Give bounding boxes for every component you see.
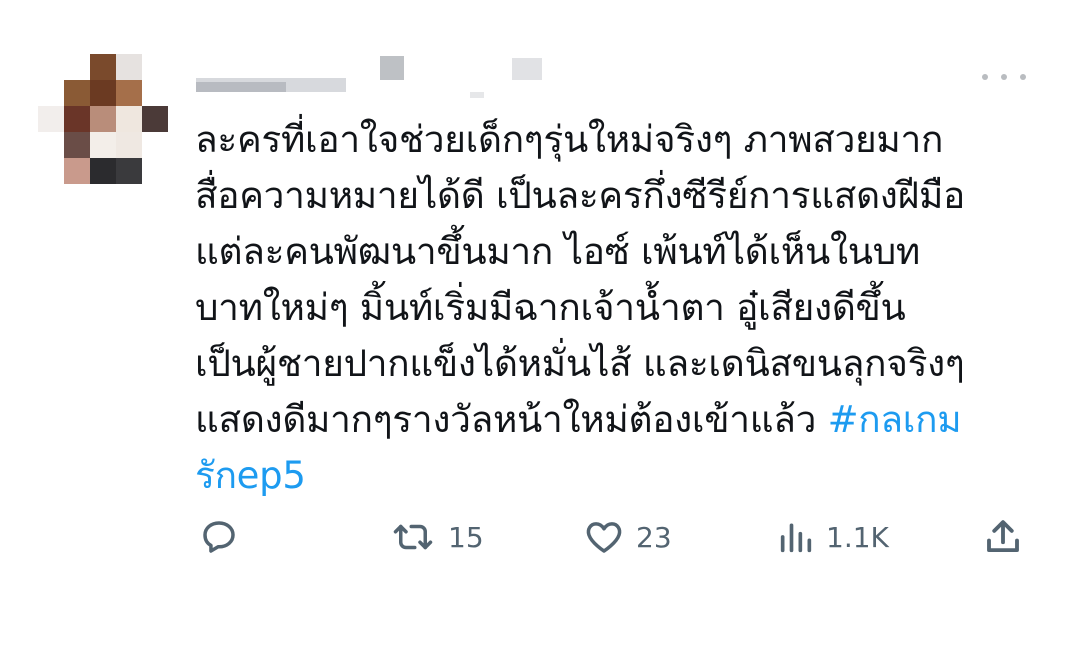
more-dot: [1020, 74, 1026, 80]
share-button[interactable]: [982, 510, 1024, 564]
tweet-line: บาทใหม่ๆ มิ้นท์เริ่มมีฉากเจ้าน้ำตา อู๋เส…: [195, 286, 906, 329]
avatar-pixelated[interactable]: [38, 54, 170, 186]
tweet-line: สื่อความหมายได้ดี เป็นละครกึ่งซีรีย์การแ…: [195, 174, 965, 217]
more-dot: [1001, 74, 1007, 80]
more-dot: [982, 74, 988, 80]
tweet-text: ละครที่เอาใจช่วยเด็กๆรุ่นใหม่จริงๆ ภาพสว…: [195, 112, 1045, 504]
views-bar-chart-icon: [776, 516, 816, 558]
reply-bubble-icon: [198, 516, 240, 558]
tweet-line: แสดงดีมากๆรางวัลหน้าใหม่ต้องเข้าแล้ว #กล…: [195, 392, 1045, 448]
views-count: 1.1K: [826, 520, 889, 554]
views-button[interactable]: 1.1K: [776, 510, 889, 564]
heart-icon: [582, 516, 626, 558]
share-upload-icon: [982, 516, 1024, 558]
like-count: 23: [636, 520, 672, 554]
more-dots-icon[interactable]: [982, 62, 1026, 92]
hashtag-link-continued[interactable]: รักep5: [195, 448, 1045, 504]
retweet-button[interactable]: 15: [388, 510, 484, 564]
tweet-line: เป็นผู้ชายปากแข็งได้หมั่นไส้ และเดนิสขนล…: [195, 342, 965, 385]
tweet-line: ละครที่เอาใจช่วยเด็กๆรุ่นใหม่จริงๆ ภาพสว…: [195, 118, 944, 161]
reply-button[interactable]: [198, 510, 240, 564]
like-button[interactable]: 23: [582, 510, 672, 564]
retweet-count: 15: [448, 520, 484, 554]
retweet-icon: [388, 516, 438, 558]
tweet-line-text: แสดงดีมากๆรางวัลหน้าใหม่ต้องเข้าแล้ว: [195, 398, 828, 441]
tweet-line: แต่ละคนพัฒนาขึ้นมาก ไอซ์ เพ้นท์ได้เห็นใน…: [195, 230, 920, 273]
hashtag-link[interactable]: #กลเกม: [828, 398, 962, 441]
tweet-action-bar: 15 23 1.1K: [0, 510, 1080, 564]
